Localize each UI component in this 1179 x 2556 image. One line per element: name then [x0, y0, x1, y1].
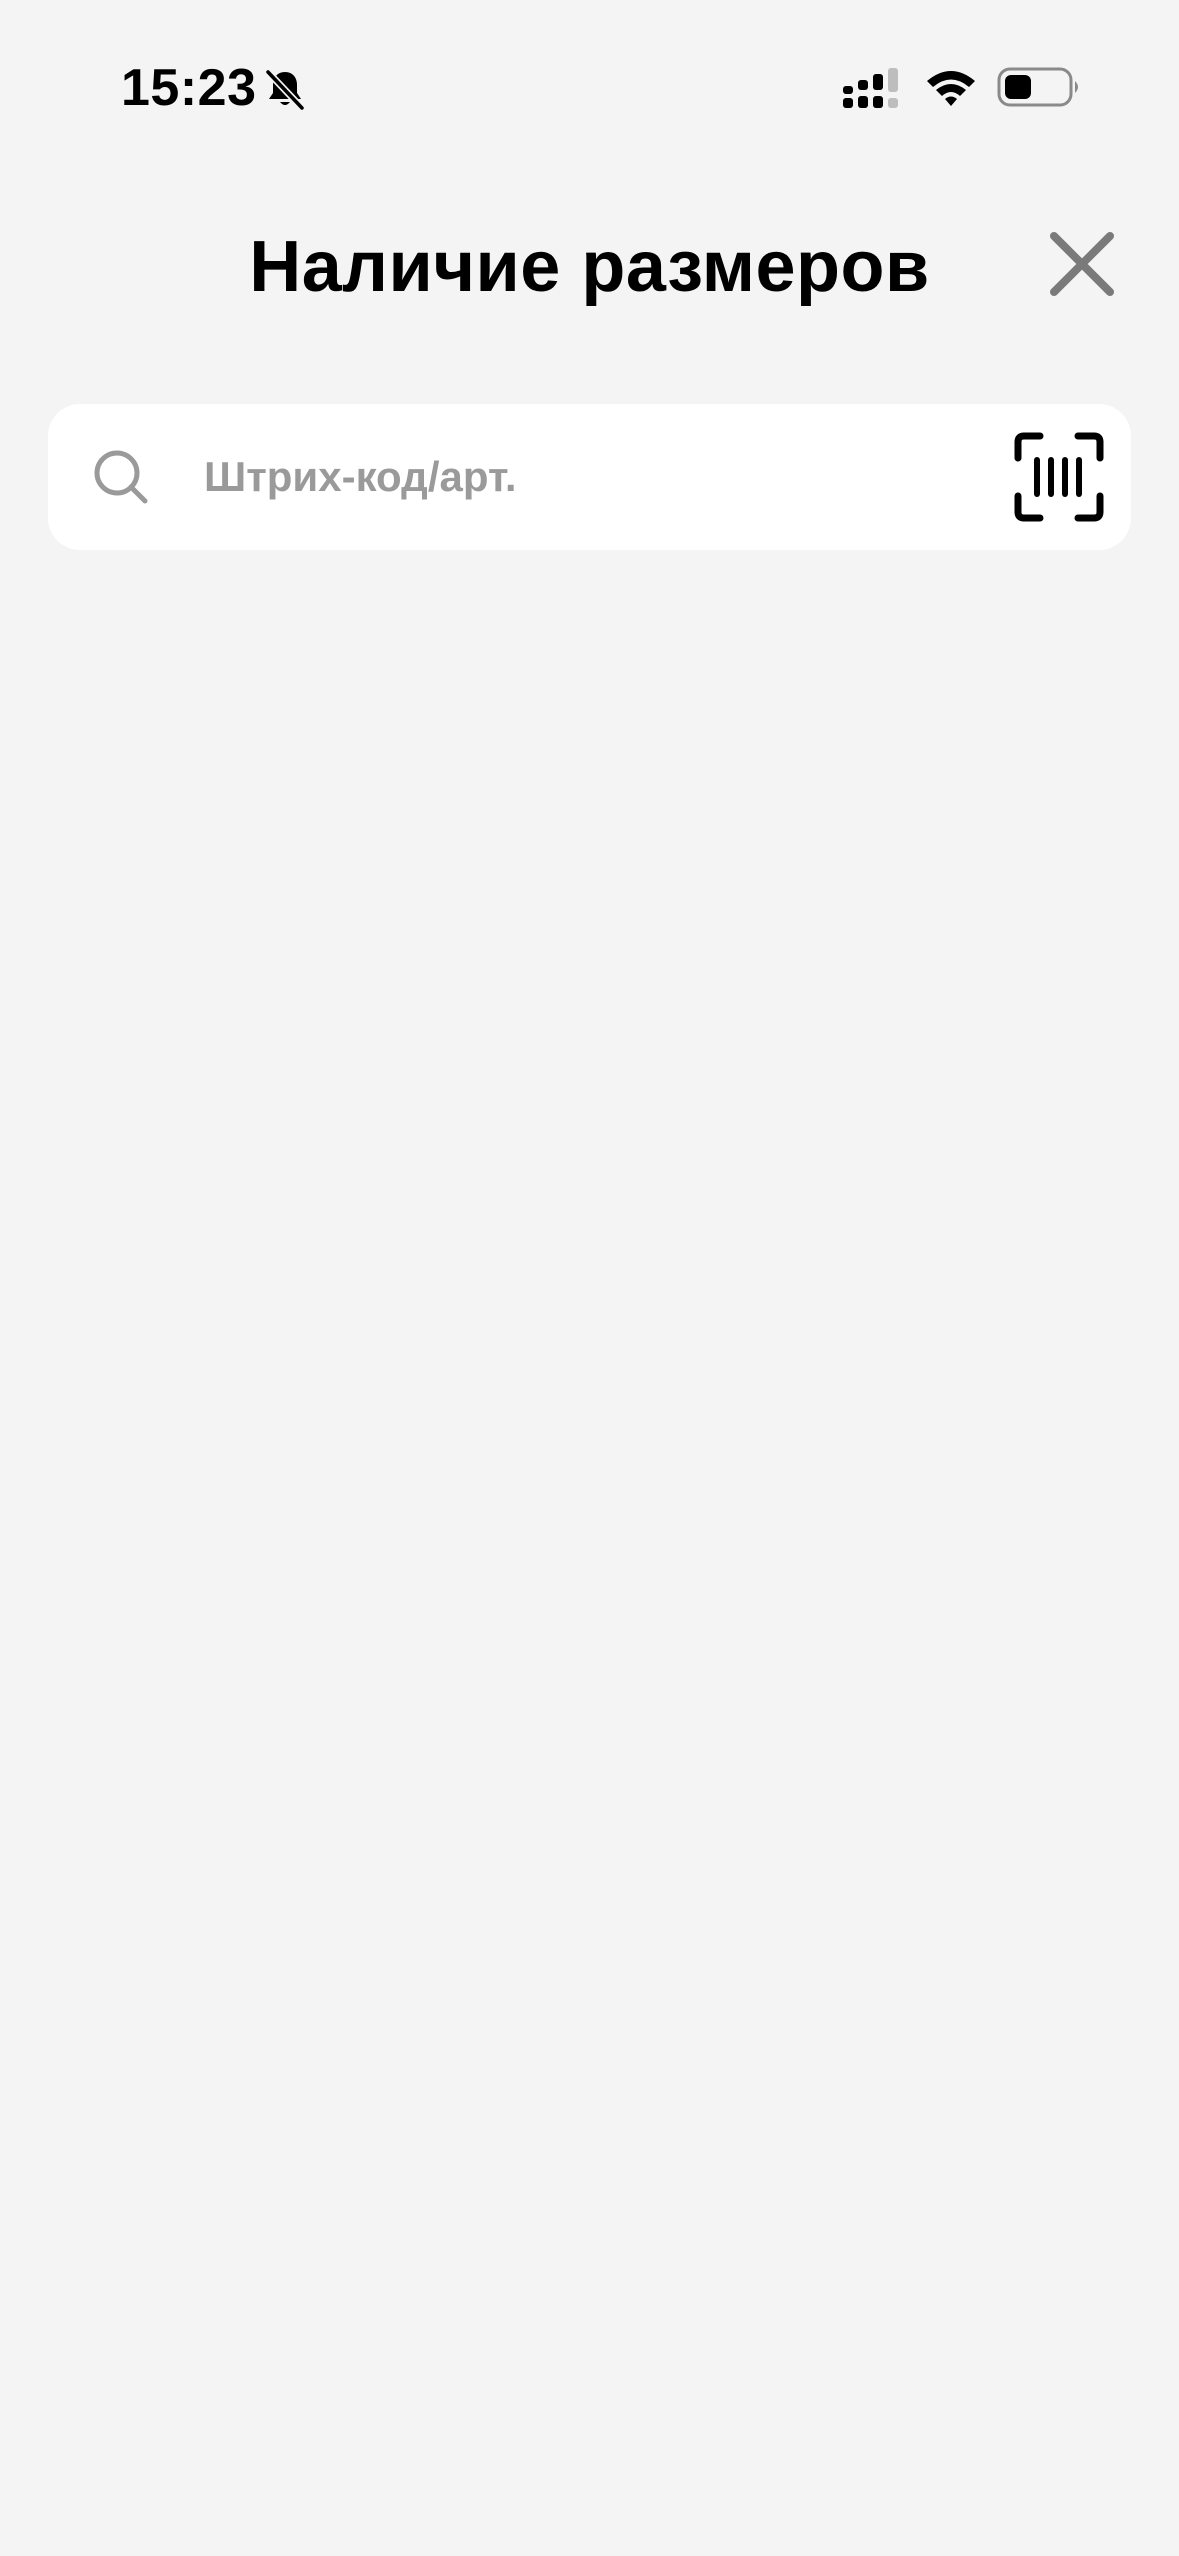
status-bar: 15:23: [0, 0, 1179, 140]
status-time: 15:23: [121, 59, 257, 117]
search-bar: [48, 404, 1131, 550]
close-button[interactable]: [1044, 226, 1120, 302]
search-input[interactable]: [204, 440, 984, 514]
barcode-scan-icon: [1014, 432, 1104, 522]
bell-slash-icon: [265, 69, 305, 111]
battery-icon: [997, 67, 1078, 107]
close-icon: [1050, 232, 1114, 296]
page-title: Наличие размеров: [249, 227, 930, 307]
cellular-signal-icon: [843, 68, 898, 108]
search-icon: [94, 450, 148, 504]
wifi-icon: [927, 71, 975, 106]
barcode-scan-button[interactable]: [1012, 430, 1106, 524]
results-area: [0, 580, 1179, 2556]
